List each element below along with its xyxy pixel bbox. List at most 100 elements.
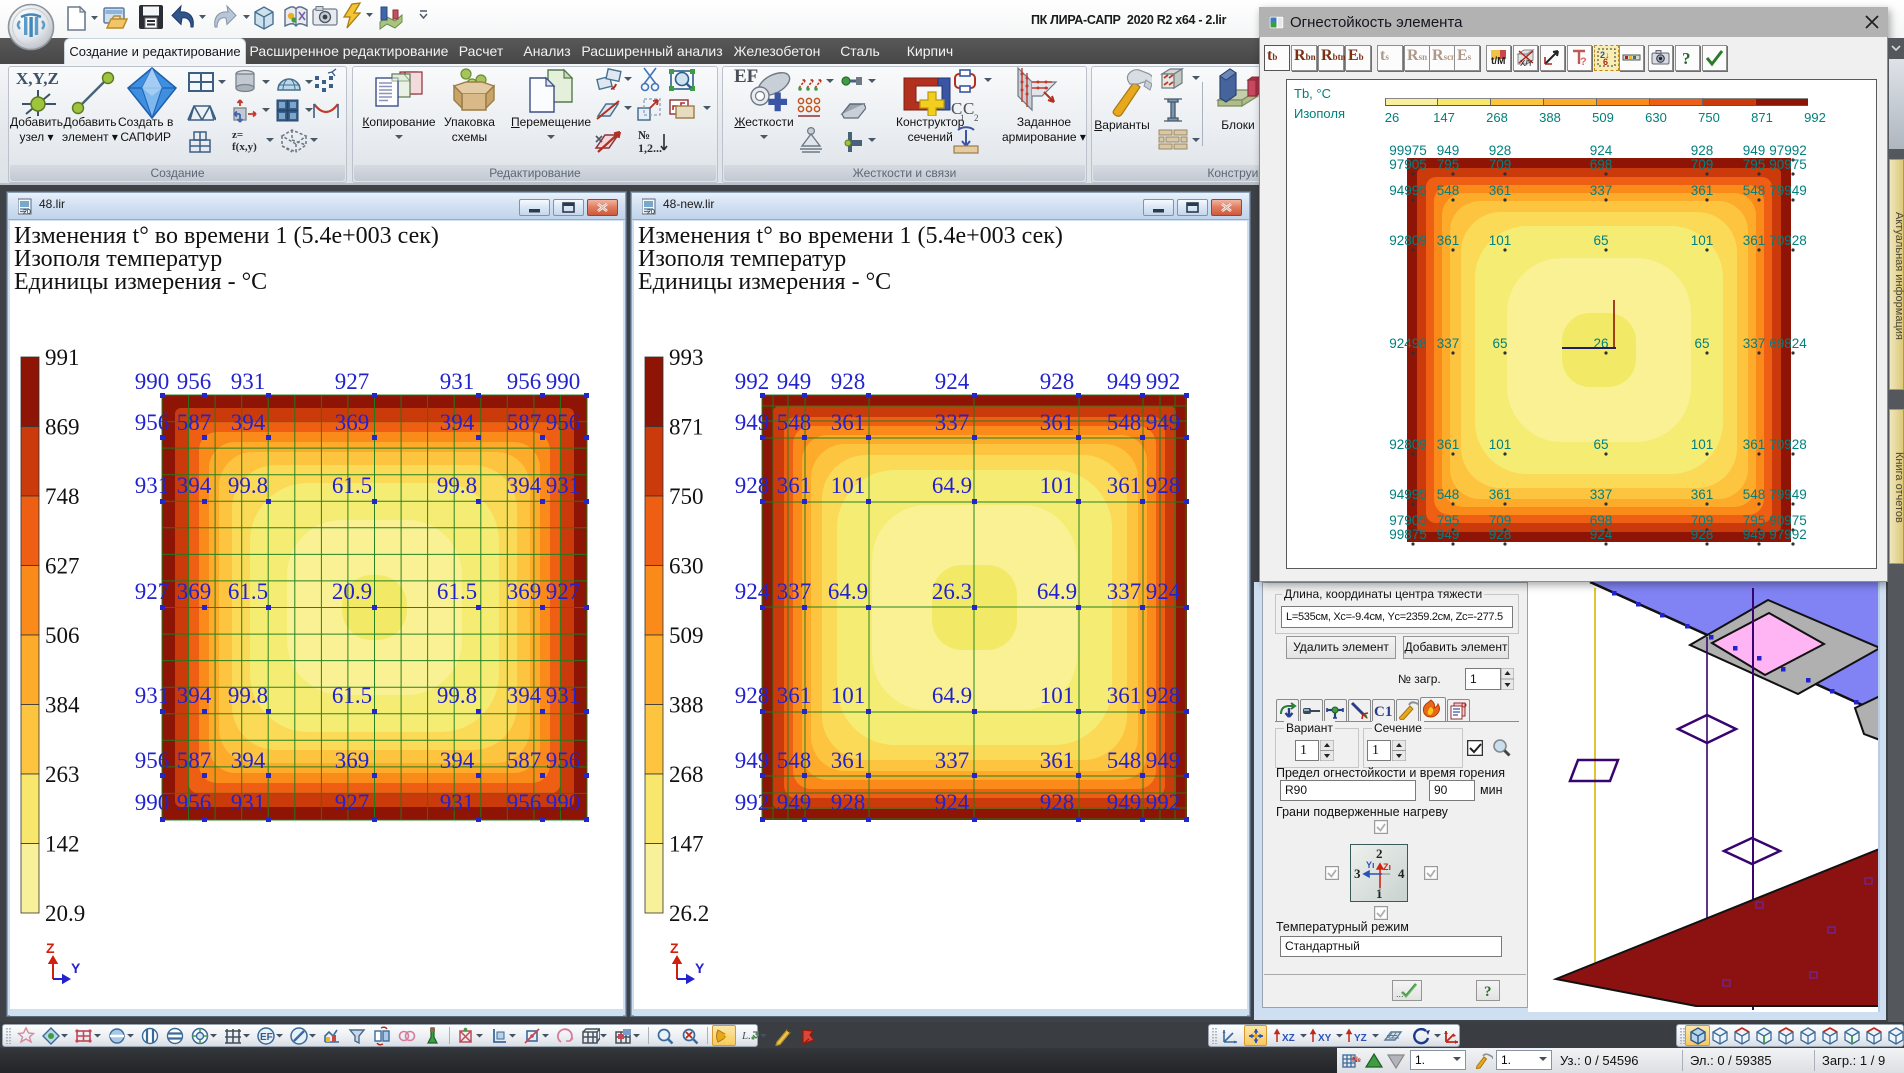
svg-text:924: 924 bbox=[1146, 579, 1181, 604]
svg-text:956: 956 bbox=[546, 410, 581, 435]
svg-text:931: 931 bbox=[546, 683, 581, 708]
svg-text:956: 956 bbox=[177, 790, 212, 815]
svg-text:92809: 92809 bbox=[1389, 233, 1427, 248]
svg-text:97905: 97905 bbox=[1389, 513, 1427, 528]
svg-text:361: 361 bbox=[1691, 183, 1714, 198]
svg-text:394: 394 bbox=[507, 473, 542, 498]
svg-text:990: 990 bbox=[546, 369, 581, 394]
svg-text:EF: EF bbox=[260, 1032, 273, 1043]
svg-text:1,2...: 1,2... bbox=[638, 141, 662, 155]
svg-text:931: 931 bbox=[231, 369, 266, 394]
svg-text:928: 928 bbox=[1146, 473, 1181, 498]
svg-text:956: 956 bbox=[507, 790, 542, 815]
svg-text:361: 361 bbox=[1040, 410, 1075, 435]
svg-text:337: 337 bbox=[935, 410, 970, 435]
svg-text:65: 65 bbox=[1492, 336, 1507, 351]
svg-text:361: 361 bbox=[1691, 487, 1714, 502]
svg-text:3: 3 bbox=[1354, 866, 1361, 881]
svg-text:548: 548 bbox=[777, 748, 812, 773]
svg-text:361: 361 bbox=[1040, 748, 1075, 773]
svg-text:509: 509 bbox=[669, 623, 704, 648]
svg-text:61.5: 61.5 bbox=[228, 579, 268, 604]
svg-text:361: 361 bbox=[1489, 487, 1512, 502]
svg-text:394: 394 bbox=[177, 473, 212, 498]
svg-text:956: 956 bbox=[135, 410, 170, 435]
svg-text:65: 65 bbox=[1593, 233, 1608, 248]
svg-text:99.8: 99.8 bbox=[437, 473, 477, 498]
svg-text:26.2: 26.2 bbox=[669, 901, 709, 926]
svg-text:101: 101 bbox=[1040, 683, 1075, 708]
svg-text:XY: XY bbox=[1318, 1033, 1332, 1044]
svg-text:928: 928 bbox=[831, 369, 866, 394]
svg-text:928: 928 bbox=[1691, 143, 1714, 158]
svg-text:64.9: 64.9 bbox=[1037, 579, 1077, 604]
svg-text:XZ: XZ bbox=[1282, 1033, 1295, 1044]
svg-text:928: 928 bbox=[1489, 527, 1512, 542]
svg-text:61.5: 61.5 bbox=[437, 579, 477, 604]
svg-text:361: 361 bbox=[1437, 437, 1460, 452]
svg-text:698: 698 bbox=[1590, 157, 1613, 172]
svg-text:337: 337 bbox=[1107, 579, 1142, 604]
svg-text:90975: 90975 bbox=[1769, 513, 1807, 528]
svg-text:949: 949 bbox=[735, 410, 770, 435]
svg-text:20: 20 bbox=[647, 209, 655, 215]
svg-text:928: 928 bbox=[831, 790, 866, 815]
svg-text:927: 927 bbox=[335, 369, 370, 394]
svg-text:92809: 92809 bbox=[1389, 437, 1427, 452]
svg-text:709: 709 bbox=[1489, 513, 1512, 528]
svg-text:Zı: Zı bbox=[1383, 862, 1391, 872]
svg-text:90975: 90975 bbox=[1769, 157, 1807, 172]
svg-text:99975: 99975 bbox=[1389, 143, 1427, 158]
svg-text:394: 394 bbox=[231, 748, 266, 773]
svg-text:Z: Z bbox=[670, 940, 679, 956]
svg-text:928: 928 bbox=[1691, 527, 1714, 542]
svg-text:65: 65 bbox=[1694, 336, 1709, 351]
svg-text:79949: 79949 bbox=[1769, 487, 1807, 502]
svg-text:630: 630 bbox=[669, 554, 704, 579]
svg-text:949: 949 bbox=[1146, 410, 1181, 435]
svg-text:65: 65 bbox=[1593, 437, 1608, 452]
svg-text:931: 931 bbox=[440, 369, 475, 394]
svg-text:924: 924 bbox=[935, 790, 970, 815]
svg-text:992: 992 bbox=[1146, 790, 1181, 815]
svg-text:795: 795 bbox=[1437, 513, 1460, 528]
svg-text:394: 394 bbox=[440, 410, 475, 435]
svg-text:931: 931 bbox=[440, 790, 475, 815]
svg-text:992: 992 bbox=[735, 790, 770, 815]
svg-text:369: 369 bbox=[335, 410, 370, 435]
svg-text:361: 361 bbox=[777, 473, 812, 498]
svg-text:548: 548 bbox=[1743, 487, 1766, 502]
svg-text:709: 709 bbox=[1691, 157, 1714, 172]
svg-text:101: 101 bbox=[1040, 473, 1075, 498]
svg-text:X/Y: X/Y bbox=[1520, 59, 1534, 68]
svg-text:956: 956 bbox=[177, 369, 212, 394]
svg-text:928: 928 bbox=[735, 473, 770, 498]
svg-text:956: 956 bbox=[507, 369, 542, 394]
svg-text:750: 750 bbox=[669, 484, 704, 509]
svg-text:?: ? bbox=[1484, 984, 1492, 1000]
svg-text:?: ? bbox=[1682, 49, 1691, 68]
svg-text:384: 384 bbox=[45, 693, 80, 718]
svg-text:Z: Z bbox=[46, 940, 55, 956]
svg-text:990: 990 bbox=[546, 790, 581, 815]
svg-text:871: 871 bbox=[669, 415, 704, 440]
svg-text:99875: 99875 bbox=[1389, 527, 1427, 542]
svg-text:142: 142 bbox=[45, 832, 80, 857]
svg-text:388: 388 bbox=[669, 693, 704, 718]
svg-text:931: 931 bbox=[231, 790, 266, 815]
svg-text:Y: Y bbox=[71, 960, 81, 976]
svg-text:EF: EF bbox=[734, 66, 758, 87]
svg-text:931: 931 bbox=[546, 473, 581, 498]
svg-text:94995: 94995 bbox=[1389, 183, 1427, 198]
svg-text:№: № bbox=[638, 128, 650, 142]
svg-text:2: 2 bbox=[1376, 846, 1383, 861]
svg-text:548: 548 bbox=[1107, 748, 1142, 773]
svg-text:587: 587 bbox=[177, 410, 212, 435]
svg-text:101: 101 bbox=[831, 473, 866, 498]
svg-text:928: 928 bbox=[1040, 369, 1075, 394]
svg-text:361: 361 bbox=[1743, 233, 1766, 248]
svg-text:506: 506 bbox=[45, 623, 80, 648]
svg-text:Yı: Yı bbox=[1366, 860, 1375, 870]
svg-text:L.: L. bbox=[741, 1030, 751, 1042]
svg-text:20.9: 20.9 bbox=[332, 579, 372, 604]
